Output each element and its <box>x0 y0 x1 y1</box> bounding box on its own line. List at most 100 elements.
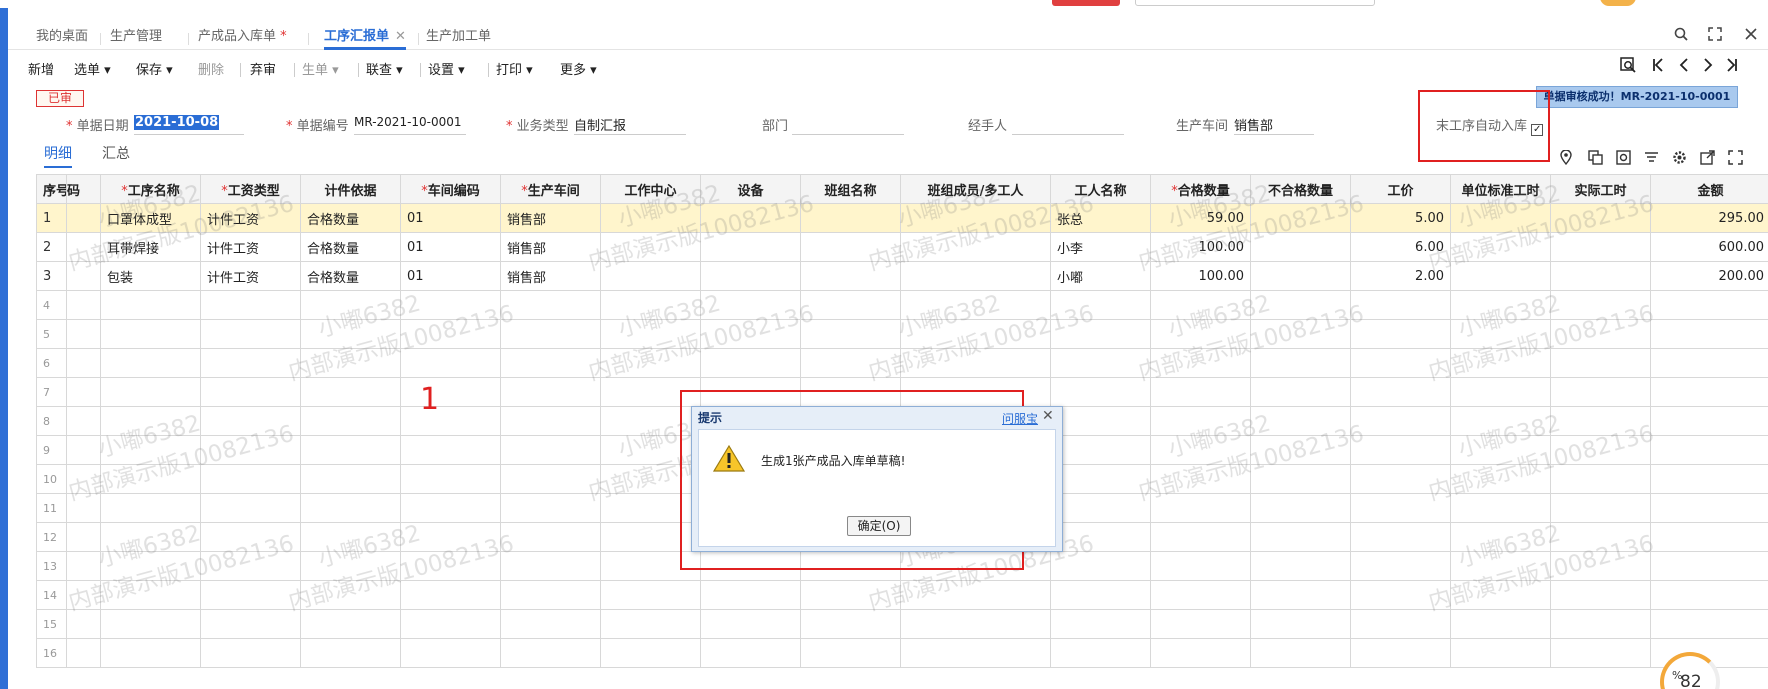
copy-row-icon[interactable] <box>1588 150 1603 169</box>
table-cell[interactable] <box>100 319 201 349</box>
table-cell[interactable] <box>66 435 101 465</box>
table-cell[interactable] <box>1350 290 1451 320</box>
table-cell[interactable]: 59.00 <box>1150 203 1251 233</box>
table-cell[interactable] <box>1050 435 1151 465</box>
table-cell[interactable] <box>200 406 301 436</box>
table-cell[interactable] <box>900 638 1051 668</box>
table-cell[interactable] <box>800 580 901 610</box>
table-cell[interactable] <box>700 609 801 639</box>
table-cell[interactable] <box>1650 377 1768 407</box>
table-cell[interactable]: 100.00 <box>1150 232 1251 262</box>
table-cell[interactable] <box>800 203 901 233</box>
table-cell[interactable] <box>200 493 301 523</box>
table-cell[interactable] <box>1350 609 1451 639</box>
table-cell[interactable] <box>800 261 901 291</box>
export-icon[interactable] <box>1700 150 1715 169</box>
table-cell[interactable] <box>66 319 101 349</box>
table-cell[interactable] <box>1650 406 1768 436</box>
table-cell[interactable]: 200.00 <box>1650 261 1768 291</box>
table-cell[interactable] <box>100 522 201 552</box>
table-cell[interactable] <box>66 203 101 233</box>
table-cell[interactable] <box>500 580 601 610</box>
ok-button[interactable]: 确定(O) <box>847 516 911 536</box>
table-cell[interactable] <box>800 638 901 668</box>
table-cell[interactable] <box>1450 580 1551 610</box>
location-pin-icon[interactable] <box>1560 149 1572 169</box>
close-icon[interactable]: ✕ <box>1042 408 1054 424</box>
table-cell[interactable] <box>200 522 301 552</box>
table-cell[interactable] <box>400 435 501 465</box>
fullscreen-icon[interactable] <box>1708 27 1722 45</box>
table-cell[interactable] <box>1250 319 1351 349</box>
table-cell[interactable] <box>1550 261 1651 291</box>
table-cell[interactable] <box>500 290 601 320</box>
table-cell[interactable] <box>800 609 901 639</box>
table-cell[interactable] <box>66 638 101 668</box>
table-cell[interactable]: 合格数量 <box>300 232 401 262</box>
table-cell[interactable] <box>1150 493 1251 523</box>
column-header[interactable]: 序号 <box>36 174 67 204</box>
table-cell[interactable]: 销售部 <box>500 232 601 262</box>
table-cell[interactable] <box>1250 609 1351 639</box>
table-cell[interactable] <box>300 377 401 407</box>
department-input[interactable] <box>792 115 904 135</box>
table-cell[interactable] <box>300 406 401 436</box>
column-header[interactable]: 工人名称 <box>1050 174 1151 204</box>
table-cell[interactable] <box>500 638 601 668</box>
table-cell[interactable] <box>300 290 401 320</box>
table-cell[interactable] <box>700 203 801 233</box>
table-row[interactable]: 14 <box>36 580 1768 610</box>
table-cell[interactable] <box>1150 551 1251 581</box>
table-cell[interactable] <box>800 319 901 349</box>
table-cell[interactable] <box>1550 406 1651 436</box>
table-cell[interactable]: 耳带焊接 <box>100 232 201 262</box>
table-cell[interactable] <box>1150 377 1251 407</box>
table-cell[interactable] <box>700 290 801 320</box>
table-cell[interactable] <box>1250 348 1351 378</box>
table-cell[interactable] <box>400 493 501 523</box>
column-header[interactable]: 实际工时 <box>1550 174 1651 204</box>
table-row[interactable]: 3 包装 计件工资 合格数量 01 销售部 小嘟 100.00 2.00 200.00 <box>36 261 1768 291</box>
table-cell[interactable]: 计件工资 <box>200 203 301 233</box>
table-cell[interactable] <box>1150 464 1251 494</box>
table-cell[interactable] <box>300 464 401 494</box>
table-cell[interactable] <box>800 290 901 320</box>
column-header[interactable]: 码 <box>66 174 101 204</box>
locate-record-icon[interactable] <box>1620 57 1636 77</box>
doc-number-input[interactable]: MR-2021-10-0001 <box>354 115 466 135</box>
table-cell[interactable]: 01 <box>400 203 501 233</box>
header-red-button[interactable] <box>1052 0 1120 6</box>
table-cell[interactable] <box>1550 522 1651 552</box>
table-cell[interactable] <box>1250 435 1351 465</box>
column-header[interactable]: *工资类型 <box>200 174 301 204</box>
table-cell[interactable] <box>600 232 701 262</box>
table-cell[interactable] <box>100 609 201 639</box>
table-cell[interactable] <box>1650 493 1768 523</box>
table-cell[interactable] <box>1050 348 1151 378</box>
table-cell[interactable] <box>400 551 501 581</box>
table-cell[interactable] <box>66 232 101 262</box>
table-cell[interactable] <box>900 261 1051 291</box>
table-cell[interactable] <box>66 406 101 436</box>
table-cell[interactable] <box>1450 203 1551 233</box>
table-cell[interactable]: 计件工资 <box>200 232 301 262</box>
table-cell[interactable] <box>1450 290 1551 320</box>
table-cell[interactable] <box>1350 551 1451 581</box>
table-cell[interactable] <box>200 435 301 465</box>
table-cell[interactable] <box>600 261 701 291</box>
table-cell[interactable] <box>1350 522 1451 552</box>
settings-button[interactable]: 设置 ▾ <box>428 59 465 78</box>
table-cell[interactable] <box>1350 580 1451 610</box>
table-cell[interactable] <box>200 290 301 320</box>
table-cell[interactable] <box>1150 319 1251 349</box>
table-cell[interactable] <box>900 580 1051 610</box>
table-cell[interactable] <box>1550 580 1651 610</box>
table-cell[interactable] <box>400 609 501 639</box>
table-cell[interactable] <box>1650 290 1768 320</box>
table-cell[interactable] <box>600 580 701 610</box>
table-cell[interactable] <box>400 638 501 668</box>
table-cell[interactable] <box>1550 290 1651 320</box>
next-record-icon[interactable] <box>1702 57 1714 77</box>
table-cell[interactable] <box>500 551 601 581</box>
table-cell[interactable] <box>1350 464 1451 494</box>
